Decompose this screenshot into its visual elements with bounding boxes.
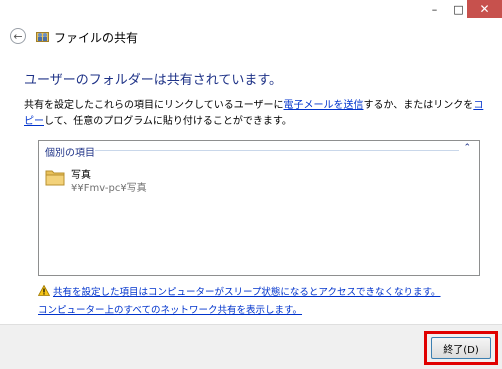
send-email-link[interactable]: 電子メールを送信 <box>284 100 364 111</box>
close-icon: ✕ <box>479 2 490 16</box>
main-heading: ユーザーのフォルダーは共有されています。 <box>24 73 283 88</box>
description-part2: するか、またはリンクを <box>363 100 474 111</box>
group-header-individual-items: 個別の項目 <box>45 148 95 159</box>
maximize-icon: □ <box>453 2 464 16</box>
minimize-icon: – <box>431 2 438 16</box>
finish-button[interactable]: 終了(D) <box>431 337 491 359</box>
back-arrow-icon: ← <box>13 29 23 43</box>
file-share-icon <box>36 32 49 42</box>
back-button[interactable]: ← <box>10 28 26 44</box>
description-text: 共有を設定したこれらの項目にリンクしているユーザーに電子メールを送信するか、また… <box>24 98 484 130</box>
shared-items-list: 個別の項目 ⌃ 写真 ¥¥Fmv-pc¥写真 <box>38 140 480 276</box>
close-button[interactable]: ✕ <box>467 0 502 18</box>
sleep-warning-link[interactable]: 共有を設定した項目はコンピューターがスリープ状態になるとアクセスできなくなります… <box>53 284 441 298</box>
folder-icon <box>45 170 65 186</box>
chevron-up-icon[interactable]: ⌃ <box>463 143 471 153</box>
group-divider <box>95 150 459 151</box>
shared-item-path: ¥¥Fmv-pc¥写真 <box>71 183 147 194</box>
description-part3: して、任意のプログラムに貼り付けることができます。 <box>44 116 292 127</box>
description-part1: 共有を設定したこれらの項目にリンクしているユーザーに <box>24 100 284 111</box>
warning-icon <box>38 285 50 296</box>
all-network-shares-link[interactable]: コンピューター上のすべてのネットワーク共有を表示します。 <box>38 302 302 316</box>
minimize-button[interactable]: – <box>423 0 446 18</box>
window-titlebar: – □ ✕ <box>0 0 502 24</box>
wizard-header: ← ファイルの共有 <box>0 24 502 52</box>
page-title: ファイルの共有 <box>54 31 139 45</box>
